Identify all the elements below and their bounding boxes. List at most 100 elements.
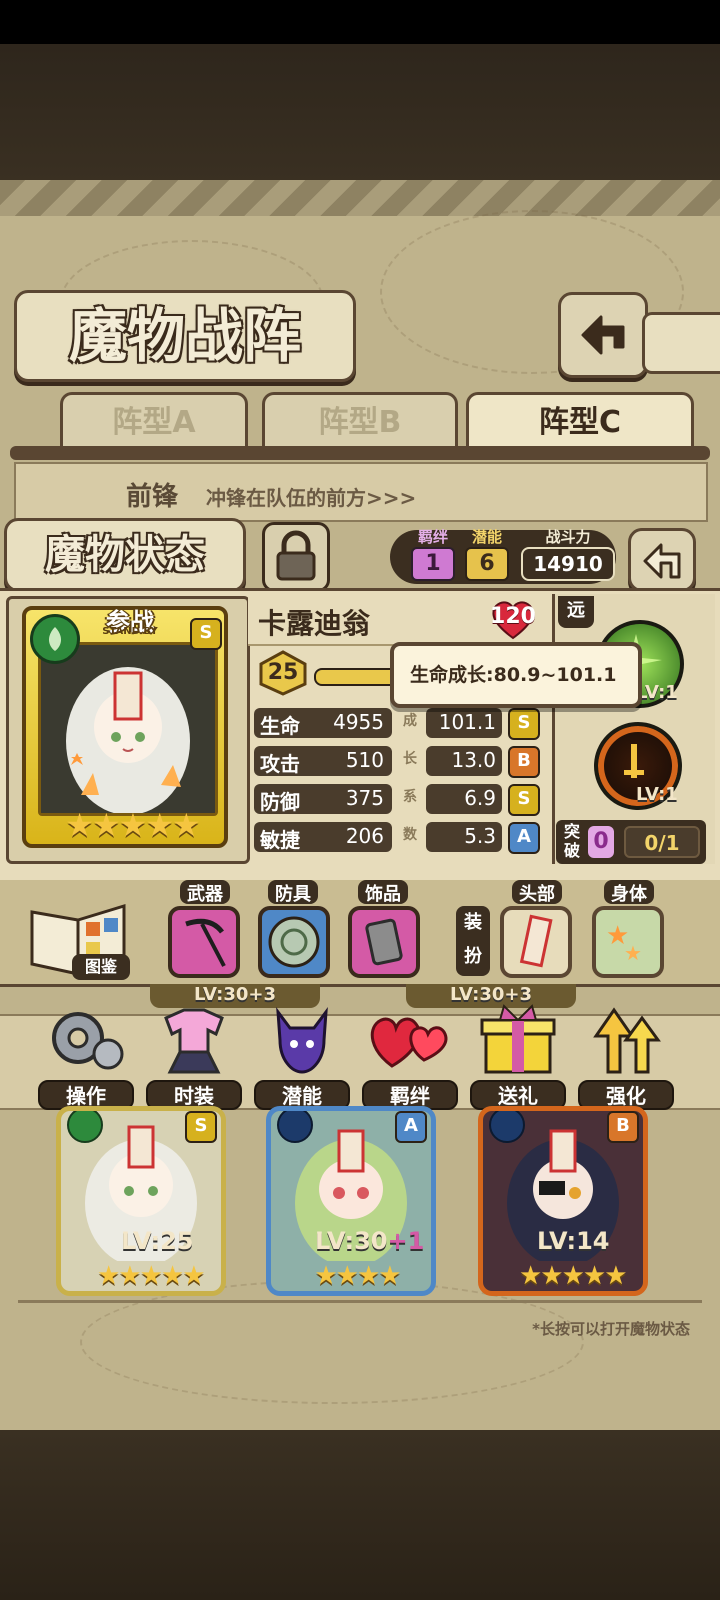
bond-counter: 羁绊 1 bbox=[408, 526, 458, 584]
team-card-stars: ★★★★ bbox=[314, 1261, 401, 1291]
dress-label: 装扮 bbox=[456, 906, 490, 976]
side-tab[interactable] bbox=[642, 312, 720, 374]
team-card[interactable]: S LV:25 ★★★★★ bbox=[56, 1106, 226, 1296]
status-back-button[interactable] bbox=[628, 528, 696, 592]
gift-icon bbox=[480, 1004, 556, 1074]
lock-button[interactable] bbox=[262, 522, 330, 592]
breakthrough-progress: 0/1 bbox=[624, 826, 700, 858]
team-card[interactable]: A LV:30+1 ★★★★ bbox=[266, 1106, 436, 1296]
team-card-stars: ★★★★★ bbox=[97, 1261, 206, 1291]
breakthrough-label: 突破 bbox=[563, 822, 580, 860]
accessory-label: 饰品 bbox=[358, 880, 408, 905]
tab-formation-b[interactable]: 阵型B bbox=[262, 392, 458, 451]
hearts-icon bbox=[370, 1017, 448, 1068]
team-card-level: LV:25 bbox=[121, 1227, 194, 1255]
monster-stars: ★★★★★ bbox=[65, 806, 200, 844]
range-badge: 远 bbox=[558, 596, 594, 628]
armor-label: 防具 bbox=[268, 880, 318, 905]
growth-defense[interactable]: 6.9 bbox=[426, 784, 502, 814]
level-cap-value: 120 bbox=[490, 604, 536, 629]
team-card[interactable]: B LV:14 ★★★★★ bbox=[478, 1106, 648, 1296]
back-button[interactable] bbox=[558, 292, 648, 378]
rank-badge: S bbox=[190, 618, 222, 650]
padlock-icon bbox=[276, 530, 316, 581]
team-rank-badge: A bbox=[395, 1111, 427, 1143]
growth-label-char: 长 bbox=[403, 751, 417, 767]
background-bottom bbox=[0, 1430, 720, 1600]
row-hint: 冲锋在队伍的前方>>> bbox=[206, 486, 417, 510]
level-badge: 25 bbox=[258, 650, 308, 696]
growth-agility[interactable]: 5.3 bbox=[426, 822, 502, 852]
stat-value: 4955 bbox=[333, 710, 384, 734]
operate-button[interactable]: 操作 bbox=[38, 1000, 134, 1110]
head-label: 头部 bbox=[512, 880, 562, 905]
upgrade-arrows-icon bbox=[593, 1007, 661, 1074]
growth-hp[interactable]: 101.1 bbox=[426, 708, 502, 738]
weapon-label: 武器 bbox=[180, 880, 230, 905]
bond-button[interactable]: 羁绊 bbox=[362, 1000, 458, 1110]
stat-row-agility: 敏捷 206 bbox=[254, 822, 392, 852]
armor-slot[interactable] bbox=[258, 906, 330, 978]
level-cap-badge: 120 bbox=[488, 598, 538, 640]
talisman-icon bbox=[519, 914, 553, 968]
grade-badge: S bbox=[508, 784, 540, 816]
bond-label: 羁绊 bbox=[417, 528, 448, 546]
weapon-slot[interactable] bbox=[168, 906, 240, 978]
back-arrow-icon bbox=[643, 543, 681, 579]
growth-label-char: 系 bbox=[403, 789, 417, 805]
scythe-icon bbox=[185, 918, 226, 967]
stat-label: 生命 bbox=[260, 714, 300, 738]
head-slot[interactable] bbox=[500, 906, 572, 978]
growth-value: 6.9 bbox=[464, 786, 496, 810]
team-rank-badge: S bbox=[185, 1111, 217, 1143]
codex-button[interactable]: 图鉴 bbox=[24, 892, 134, 982]
stat-value: 510 bbox=[345, 748, 384, 772]
stats-table: 生命 4955 攻击 510 防御 375 敏捷 206 成 长 系 数 101… bbox=[254, 708, 544, 860]
stat-row-defense: 防御 375 bbox=[254, 784, 392, 814]
stat-row-attack: 攻击 510 bbox=[254, 746, 392, 776]
accessory-slot[interactable] bbox=[348, 906, 420, 978]
gift-button[interactable]: 送礼 bbox=[470, 1000, 566, 1110]
potential-label: 潜能 bbox=[471, 528, 502, 546]
power-value: 14910 bbox=[521, 547, 615, 581]
growth-value: 101.1 bbox=[438, 710, 496, 734]
map-decoration bbox=[80, 1280, 584, 1404]
codex-label: 图鉴 bbox=[72, 954, 130, 980]
monster-name: 卡露迪翁 bbox=[258, 607, 371, 640]
bond-value: 1 bbox=[411, 547, 455, 581]
growth-label-char: 数 bbox=[403, 827, 417, 843]
team-card-level: LV:30 bbox=[315, 1227, 388, 1255]
team-card-level: LV:14 bbox=[537, 1227, 610, 1255]
breakthrough-count: 0 bbox=[588, 826, 614, 858]
page-title: 魔物战阵 bbox=[68, 302, 301, 370]
growth-value: 5.3 bbox=[464, 824, 496, 848]
team-rank-badge: B bbox=[607, 1111, 639, 1143]
water-icon bbox=[277, 1111, 313, 1143]
tooltip-text: 生命成长:80.9~101.1 bbox=[410, 664, 617, 686]
status-bar bbox=[0, 0, 720, 44]
demon-icon bbox=[276, 1007, 328, 1074]
enhance-button[interactable]: 强化 bbox=[578, 1000, 674, 1110]
status-title: 魔物状态 bbox=[45, 531, 205, 578]
formation-row-header: 前锋 冲锋在队伍的前方>>> bbox=[14, 462, 708, 522]
outfit-button[interactable]: 时装 bbox=[146, 1000, 242, 1110]
team-card-level-row: LV:30+1 bbox=[315, 1227, 424, 1255]
grade-badge: S bbox=[508, 708, 540, 740]
outfit-icon bbox=[164, 1008, 224, 1074]
body-label: 身体 bbox=[604, 880, 654, 905]
back-arrow-icon bbox=[581, 315, 625, 355]
body-slot[interactable]: ★ ★ bbox=[592, 906, 664, 978]
monster-artwork bbox=[38, 642, 218, 816]
stars-icon: ★★ bbox=[606, 921, 642, 965]
skill-1-level: LV:1 bbox=[636, 682, 678, 703]
svg-text:★: ★ bbox=[624, 941, 642, 965]
skill-2-level: LV:1 bbox=[636, 784, 678, 805]
stat-label: 防御 bbox=[260, 790, 300, 814]
potential-button[interactable]: 潜能 bbox=[254, 1000, 350, 1110]
water-icon bbox=[489, 1111, 525, 1143]
potential-value: 6 bbox=[465, 547, 509, 581]
growth-tooltip: 生命成长:80.9~101.1 bbox=[390, 642, 642, 708]
monster-portrait-card[interactable]: 参战 STAND BY S ★★★★★ bbox=[22, 606, 228, 848]
tab-formation-a[interactable]: 阵型A bbox=[60, 392, 248, 451]
growth-attack[interactable]: 13.0 bbox=[426, 746, 502, 776]
